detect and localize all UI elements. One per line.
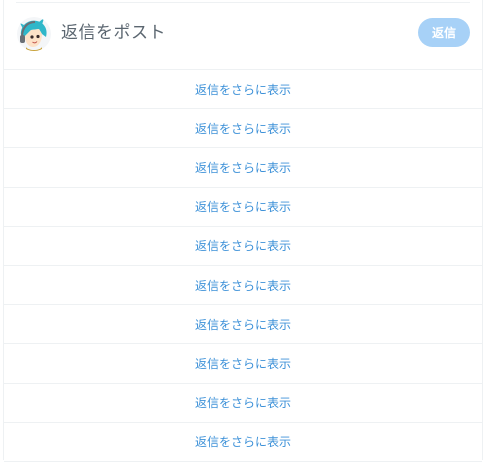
cartoon-avatar-icon bbox=[17, 17, 51, 51]
show-more-replies-link[interactable]: 返信をさらに表示 bbox=[195, 277, 291, 294]
list-item: 返信をさらに表示 bbox=[4, 384, 482, 423]
reply-composer: 返信をポスト 返信 bbox=[4, 3, 482, 70]
show-more-replies-link[interactable]: 返信をさらに表示 bbox=[195, 316, 291, 333]
more-replies-list: 返信をさらに表示 返信をさらに表示 返信をさらに表示 返信をさらに表示 返信をさ… bbox=[4, 70, 482, 462]
reply-thread-panel: 返信をポスト 返信 返信をさらに表示 返信をさらに表示 返信をさらに表示 返信を… bbox=[3, 0, 483, 462]
list-item: 返信をさらに表示 bbox=[4, 227, 482, 266]
list-item: 返信をさらに表示 bbox=[4, 305, 482, 345]
show-more-replies-link[interactable]: 返信をさらに表示 bbox=[195, 394, 291, 411]
list-item: 返信をさらに表示 bbox=[4, 423, 482, 462]
list-item: 返信をさらに表示 bbox=[4, 266, 482, 306]
reply-input[interactable]: 返信をポスト bbox=[61, 22, 166, 44]
show-more-replies-link[interactable]: 返信をさらに表示 bbox=[195, 81, 291, 98]
list-item: 返信をさらに表示 bbox=[4, 70, 482, 110]
show-more-replies-link[interactable]: 返信をさらに表示 bbox=[195, 198, 291, 215]
show-more-replies-link[interactable]: 返信をさらに表示 bbox=[195, 433, 291, 450]
reply-button[interactable]: 返信 bbox=[418, 18, 470, 47]
show-more-replies-link[interactable]: 返信をさらに表示 bbox=[195, 237, 291, 254]
list-item: 返信をさらに表示 bbox=[4, 109, 482, 149]
show-more-replies-link[interactable]: 返信をさらに表示 bbox=[195, 120, 291, 137]
show-more-replies-link[interactable]: 返信をさらに表示 bbox=[195, 355, 291, 372]
show-more-replies-link[interactable]: 返信をさらに表示 bbox=[195, 159, 291, 176]
avatar[interactable] bbox=[17, 17, 51, 51]
list-item: 返信をさらに表示 bbox=[4, 188, 482, 227]
list-item: 返信をさらに表示 bbox=[4, 344, 482, 384]
list-item: 返信をさらに表示 bbox=[4, 148, 482, 188]
